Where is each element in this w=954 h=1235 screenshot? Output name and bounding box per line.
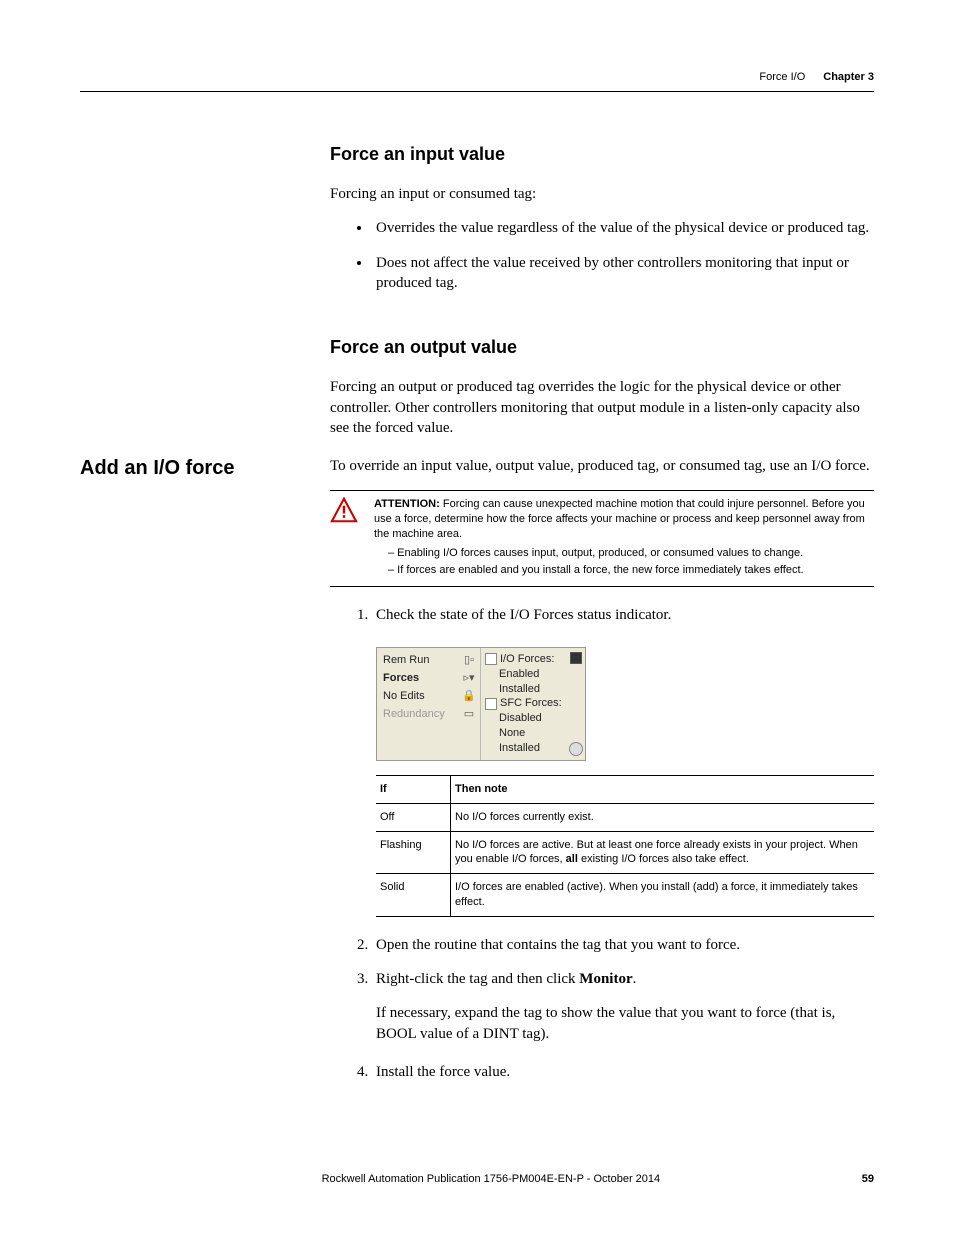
table-row: Solid I/O forces are enabled (active). W… [376, 874, 874, 917]
si-disabled: Disabled [485, 711, 565, 726]
status-cyl-icon [569, 742, 583, 756]
footer-page-number: 59 [862, 1172, 874, 1187]
si-io-forces-label: I/O Forces: [500, 652, 554, 667]
status-indicator-screenshot: Rem Run ▯▫ Forces ▹▾ No Edits 🔒 Redundancy ▭… [376, 647, 586, 761]
table-row: Off No I/O forces currently exist. [376, 803, 874, 831]
side-heading-add-io-force: Add an I/O force [80, 456, 330, 1096]
blank-icon: ▭ [462, 707, 476, 722]
cell-if: Solid [376, 874, 451, 917]
si-enabled: Enabled [485, 667, 565, 682]
attention-sub-item: – Enabling I/O forces causes input, outp… [388, 546, 874, 561]
si-rem-run: Rem Run [383, 653, 429, 668]
footer-publication: Rockwell Automation Publication 1756-PM0… [120, 1172, 862, 1187]
intro-force-input: Forcing an input or consumed tag: [330, 184, 874, 204]
si-forces: Forces [383, 671, 419, 686]
step-1-text: Check the state of the I/O Forces status… [376, 607, 671, 623]
step-3-bold: Monitor [579, 971, 632, 987]
attention-body: Forcing can cause unexpected machine mot… [374, 498, 865, 540]
heading-force-output: Force an output value [330, 335, 874, 359]
step-3: Right-click the tag and then click Monit… [372, 969, 874, 1044]
step-3-pre: Right-click the tag and then click [376, 971, 579, 987]
table-header-then: Then note [451, 775, 875, 803]
attention-icon [330, 497, 366, 577]
si-no-edits: No Edits [383, 689, 425, 704]
step-3-note: If necessary, expand the tag to show the… [376, 1003, 874, 1044]
if-then-table: If Then note Off No I/O forces currently… [376, 775, 874, 917]
para-force-output: Forcing an output or produced tag overri… [330, 377, 874, 438]
page-footer: Rockwell Automation Publication 1756-PM0… [80, 1172, 874, 1187]
cell-if: Off [376, 803, 451, 831]
header-chapter: Chapter 3 [823, 70, 874, 85]
step-1: Check the state of the I/O Forces status… [372, 605, 874, 625]
cell-then: No I/O forces currently exist. [451, 803, 875, 831]
steps-list: Check the state of the I/O Forces status… [330, 605, 874, 625]
checkbox-icon [485, 698, 497, 710]
step-3-post: . [633, 971, 637, 987]
controller-mode-icon: ▯▫ [462, 653, 476, 668]
si-redundancy: Redundancy [383, 707, 445, 722]
table-row: Flashing No I/O forces are active. But a… [376, 831, 874, 874]
status-square-icon [570, 652, 582, 664]
attention-box: ATTENTION: Forcing can cause unexpected … [330, 490, 874, 586]
attention-sub-item: – If forces are enabled and you install … [388, 563, 874, 578]
dropdown-icon: ▹▾ [462, 671, 476, 686]
bullets-force-input: Overrides the value regardless of the va… [330, 218, 874, 293]
bullet-item: Does not affect the value received by ot… [372, 253, 874, 294]
header-section: Force I/O [759, 70, 805, 85]
heading-force-input: Force an input value [330, 142, 874, 166]
bullet-item: Overrides the value regardless of the va… [372, 218, 874, 238]
step-2: Open the routine that contains the tag t… [372, 935, 874, 955]
table-header-if: If [376, 775, 451, 803]
cell-if: Flashing [376, 831, 451, 874]
si-none-installed: None Installed [485, 726, 565, 756]
si-installed: Installed [485, 682, 565, 697]
steps-list-cont: Open the routine that contains the tag t… [330, 935, 874, 1082]
step-4: Install the force value. [372, 1062, 874, 1082]
si-sfc-forces-label: SFC Forces: [500, 696, 562, 711]
attention-lead: ATTENTION: [374, 498, 440, 510]
attention-sublist: – Enabling I/O forces causes input, outp… [388, 546, 874, 578]
lock-icon: 🔒 [462, 689, 476, 704]
para-add-io-force: To override an input value, output value… [330, 456, 874, 476]
attention-text: ATTENTION: Forcing can cause unexpected … [374, 497, 874, 577]
cell-then: No I/O forces are active. But at least o… [451, 831, 875, 874]
cell-then: I/O forces are enabled (active). When yo… [451, 874, 875, 917]
checkbox-icon [485, 653, 497, 665]
page-header: Force I/O Chapter 3 [80, 70, 874, 92]
